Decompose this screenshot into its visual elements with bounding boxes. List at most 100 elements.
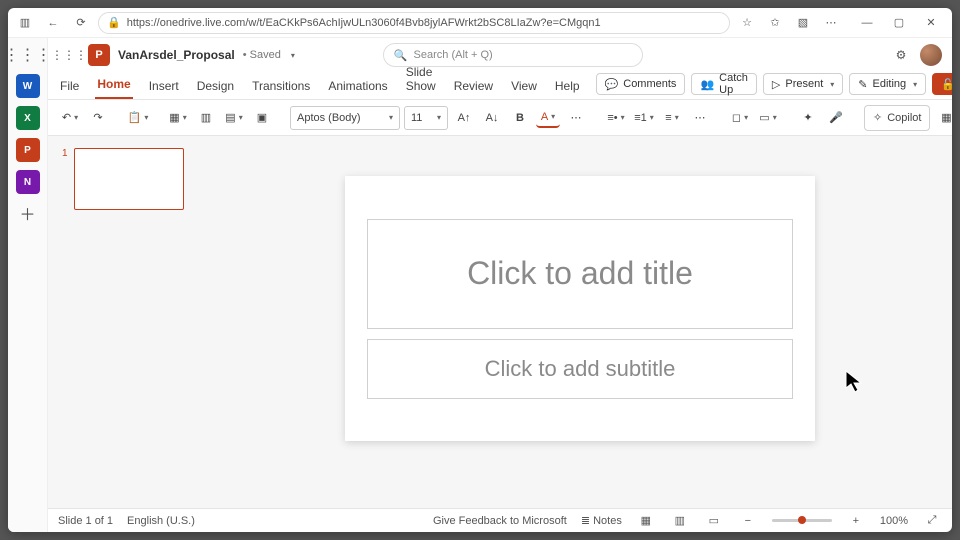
collections-icon[interactable]: ▧ bbox=[792, 12, 814, 34]
reading-view-icon[interactable]: ▭ bbox=[704, 514, 724, 527]
copilot-button[interactable]: ✧ Copilot bbox=[864, 105, 930, 131]
waffle-icon[interactable]: ⋮⋮⋮ bbox=[17, 44, 39, 66]
more-font-button[interactable]: ⋯ bbox=[564, 105, 588, 131]
onenote-app-icon[interactable]: N bbox=[16, 170, 40, 194]
designer-button[interactable]: ✦ bbox=[796, 105, 820, 131]
url-text: https://onedrive.live.com/w/t/EaCKkPs6Ac… bbox=[127, 17, 601, 29]
numbering-button[interactable]: ≡1▾ bbox=[632, 105, 656, 131]
address-bar[interactable]: 🔒 https://onedrive.live.com/w/t/EaCKkPs6… bbox=[98, 12, 730, 34]
tab-icon[interactable]: ▥ bbox=[14, 12, 36, 34]
section-button[interactable]: ▣ bbox=[250, 105, 274, 131]
normal-view-icon[interactable]: ▦ bbox=[636, 514, 656, 527]
more-para-button[interactable]: ⋯ bbox=[688, 105, 712, 131]
settings-icon[interactable]: ⚙ bbox=[890, 44, 912, 66]
word-app-icon[interactable]: W bbox=[16, 74, 40, 98]
app-pane: ⋮⋮⋮ P VanArsdel_Proposal • Saved ▾ 🔍 Sea… bbox=[48, 38, 952, 532]
reset-button[interactable]: ▤▾ bbox=[222, 105, 246, 131]
tab-home[interactable]: Home bbox=[95, 73, 132, 99]
refresh-icon[interactable]: ⟳ bbox=[70, 12, 92, 34]
redo-button[interactable]: ↷ bbox=[86, 105, 110, 131]
doc-menu-chevron-icon[interactable]: ▾ bbox=[291, 51, 295, 60]
copilot-icon: ✧ bbox=[873, 111, 882, 124]
catchup-button[interactable]: 👥 Catch Up bbox=[691, 73, 756, 95]
close-icon[interactable]: ✕ bbox=[916, 12, 946, 34]
window-controls: — ▢ ✕ bbox=[852, 12, 946, 34]
new-slide-button[interactable]: ▦▾ bbox=[166, 105, 190, 131]
title-placeholder[interactable]: Click to add title bbox=[367, 219, 793, 329]
zoom-level[interactable]: 100% bbox=[880, 515, 908, 527]
tab-file[interactable]: File bbox=[58, 75, 81, 99]
tab-help[interactable]: Help bbox=[553, 75, 582, 99]
tab-insert[interactable]: Insert bbox=[147, 75, 181, 99]
lock-icon: 🔒 bbox=[107, 16, 121, 29]
increase-font-button[interactable]: A↑ bbox=[452, 105, 476, 131]
app-header: ⋮⋮⋮ P VanArsdel_Proposal • Saved ▾ 🔍 Sea… bbox=[48, 38, 952, 72]
app-launcher-icon[interactable]: ⋮⋮⋮ bbox=[58, 44, 80, 66]
ribbon-tabs: File Home Insert Design Transitions Anim… bbox=[48, 72, 952, 100]
status-bar: Slide 1 of 1 English (U.S.) Give Feedbac… bbox=[48, 508, 952, 532]
save-status: • Saved bbox=[243, 49, 281, 61]
workspace: 1 Click to add title Click to add subtit… bbox=[48, 136, 952, 508]
body-row: ⋮⋮⋮ W X P N ＋ ⋮⋮⋮ P VanArsdel_Proposal •… bbox=[8, 38, 952, 532]
sorter-view-icon[interactable]: ▥ bbox=[670, 514, 690, 527]
shapes-button[interactable]: ◻▾ bbox=[728, 105, 752, 131]
add-app-icon[interactable]: ＋ bbox=[17, 202, 39, 224]
back-icon[interactable]: ← bbox=[42, 12, 64, 34]
font-family-select[interactable]: Aptos (Body)▾ bbox=[290, 106, 400, 130]
office-rail: ⋮⋮⋮ W X P N ＋ bbox=[8, 38, 48, 532]
account-avatar[interactable] bbox=[920, 44, 942, 66]
present-button[interactable]: ▷ Present▾ bbox=[763, 73, 843, 95]
favorite-icon[interactable]: ✩ bbox=[764, 12, 786, 34]
browser-menu-icon[interactable]: ⋯ bbox=[820, 12, 842, 34]
tab-review[interactable]: Review bbox=[452, 75, 495, 99]
layout-button[interactable]: ▥ bbox=[194, 105, 218, 131]
read-aloud-icon[interactable]: ☆ bbox=[736, 12, 758, 34]
feedback-link[interactable]: Give Feedback to Microsoft bbox=[433, 515, 567, 527]
app-window: ▥ ← ⟳ 🔒 https://onedrive.live.com/w/t/Ea… bbox=[8, 8, 952, 532]
browser-titlebar: ▥ ← ⟳ 🔒 https://onedrive.live.com/w/t/Ea… bbox=[8, 8, 952, 38]
tab-view[interactable]: View bbox=[509, 75, 539, 99]
tab-transitions[interactable]: Transitions bbox=[250, 75, 312, 99]
tab-slideshow[interactable]: Slide Show bbox=[404, 61, 438, 99]
fit-window-icon[interactable]: ⤢ bbox=[922, 514, 942, 527]
subtitle-placeholder[interactable]: Click to add subtitle bbox=[367, 339, 793, 399]
slide-counter[interactable]: Slide 1 of 1 bbox=[58, 515, 113, 527]
home-toolbar: ↶▾ ↷ 📋▾ ▦▾ ▥ ▤▾ ▣ Aptos (Body)▾ 11▾ A↑ A… bbox=[48, 100, 952, 136]
paste-button[interactable]: 📋▾ bbox=[126, 105, 150, 131]
powerpoint-app-icon[interactable]: P bbox=[16, 138, 40, 162]
decrease-font-button[interactable]: A↓ bbox=[480, 105, 504, 131]
ribbon-right: 💬 Comments 👥 Catch Up ▷ Present▾ ✎ Editi… bbox=[596, 73, 952, 99]
font-size-select[interactable]: 11▾ bbox=[404, 106, 448, 130]
thumb-preview bbox=[74, 148, 184, 210]
thumb-number: 1 bbox=[62, 148, 68, 210]
canvas-area[interactable]: Click to add title Click to add subtitle bbox=[208, 136, 952, 508]
font-color-button[interactable]: A▾ bbox=[536, 108, 560, 128]
addins-button[interactable]: ▦ bbox=[934, 105, 952, 131]
bullets-button[interactable]: ≡•▾ bbox=[604, 105, 628, 131]
maximize-icon[interactable]: ▢ bbox=[884, 12, 914, 34]
thumbnail-1[interactable]: 1 bbox=[62, 148, 194, 210]
share-button[interactable]: 🔓 Share▾ bbox=[932, 73, 952, 95]
document-name[interactable]: VanArsdel_Proposal bbox=[118, 48, 235, 62]
minimize-icon[interactable]: — bbox=[852, 12, 882, 34]
bold-button[interactable]: B bbox=[508, 105, 532, 131]
editing-button[interactable]: ✎ Editing▾ bbox=[849, 73, 926, 95]
arrange-button[interactable]: ▭▾ bbox=[756, 105, 780, 131]
align-button[interactable]: ≡▾ bbox=[660, 105, 684, 131]
zoom-slider[interactable] bbox=[772, 519, 832, 522]
undo-button[interactable]: ↶▾ bbox=[58, 105, 82, 131]
comments-button[interactable]: 💬 Comments bbox=[596, 73, 686, 95]
zoom-in-button[interactable]: + bbox=[846, 515, 866, 527]
search-placeholder: Search (Alt + Q) bbox=[414, 49, 493, 61]
slide-canvas[interactable]: Click to add title Click to add subtitle bbox=[345, 176, 815, 441]
slide-thumbnails: 1 bbox=[48, 136, 208, 508]
excel-app-icon[interactable]: X bbox=[16, 106, 40, 130]
zoom-out-button[interactable]: − bbox=[738, 515, 758, 527]
dictate-button[interactable]: 🎤 bbox=[824, 105, 848, 131]
notes-button[interactable]: ≣ Notes bbox=[581, 514, 622, 527]
powerpoint-logo-icon: P bbox=[88, 44, 110, 66]
search-icon: 🔍 bbox=[394, 49, 408, 62]
language-status[interactable]: English (U.S.) bbox=[127, 515, 195, 527]
tab-design[interactable]: Design bbox=[195, 75, 236, 99]
tab-animations[interactable]: Animations bbox=[326, 75, 389, 99]
